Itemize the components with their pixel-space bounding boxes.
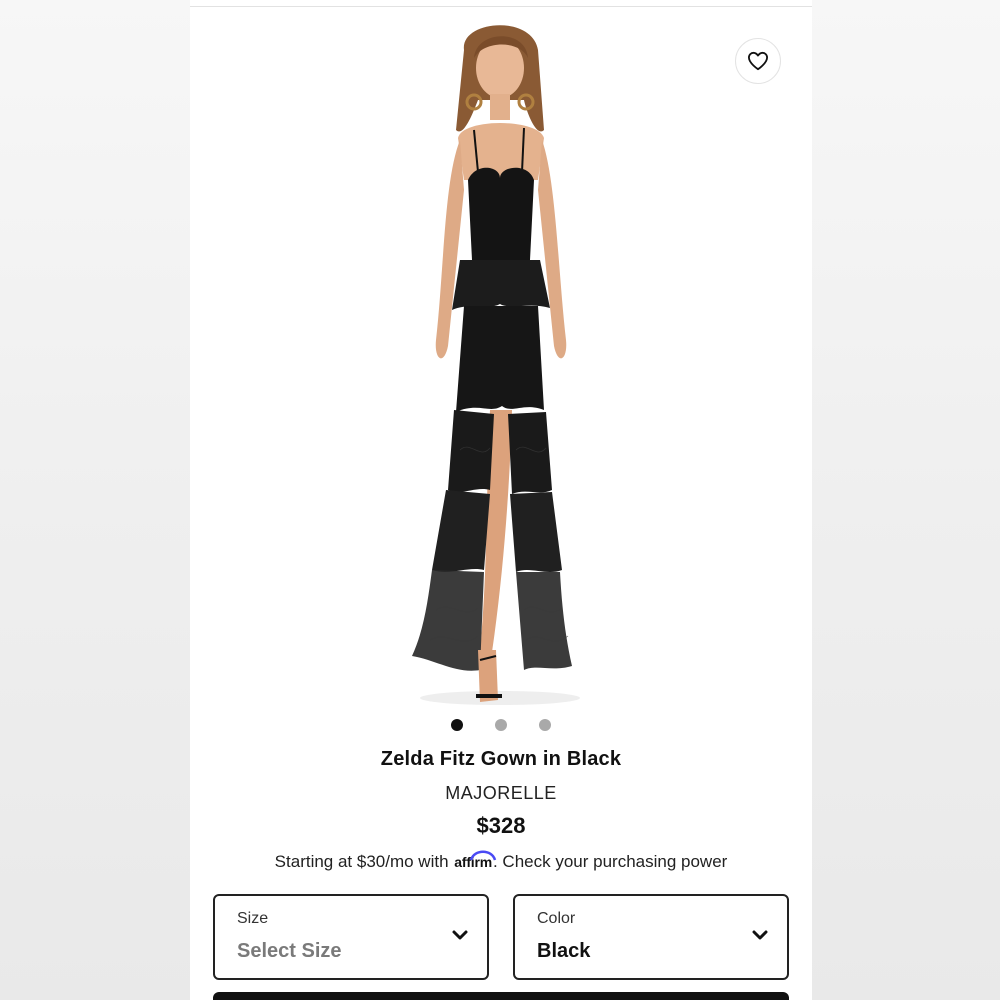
affirm-arc-icon bbox=[470, 850, 497, 861]
chevron-down-icon bbox=[752, 930, 768, 940]
gallery-dot-active[interactable] bbox=[451, 719, 463, 731]
affirm-logo: affirm bbox=[454, 850, 497, 870]
size-select-value: Select Size bbox=[237, 940, 342, 962]
favorite-button[interactable] bbox=[735, 38, 781, 84]
gallery-pagination bbox=[190, 719, 812, 733]
financing-message[interactable]: Starting at $30/mo with affirm. Check yo… bbox=[190, 850, 812, 872]
size-select-label: Size bbox=[237, 910, 269, 927]
product-image[interactable] bbox=[340, 10, 660, 710]
chevron-down-icon bbox=[452, 930, 468, 940]
financing-suffix: . Check your purchasing power bbox=[492, 852, 728, 871]
add-to-bag-button[interactable] bbox=[213, 992, 789, 1000]
gallery-dot[interactable] bbox=[495, 719, 507, 731]
gallery-dot[interactable] bbox=[539, 719, 551, 731]
product-price: $328 bbox=[476, 813, 526, 838]
background-right bbox=[812, 0, 1000, 1000]
product-title: Zelda Fitz Gown in Black bbox=[380, 748, 622, 770]
heart-icon bbox=[748, 51, 768, 71]
color-select-label: Color bbox=[537, 910, 576, 927]
financing-prefix: Starting at $30/mo with bbox=[274, 852, 449, 871]
background-left bbox=[0, 0, 190, 1000]
product-page: Zelda Fitz Gown in Black MAJORELLE $328 … bbox=[190, 0, 812, 1000]
top-divider bbox=[190, 6, 812, 7]
product-brand[interactable]: MAJORELLE bbox=[190, 783, 812, 804]
color-select[interactable]: Color Black bbox=[513, 894, 789, 980]
size-select[interactable]: Size Select Size bbox=[213, 894, 489, 980]
color-select-value: Black bbox=[537, 940, 591, 962]
